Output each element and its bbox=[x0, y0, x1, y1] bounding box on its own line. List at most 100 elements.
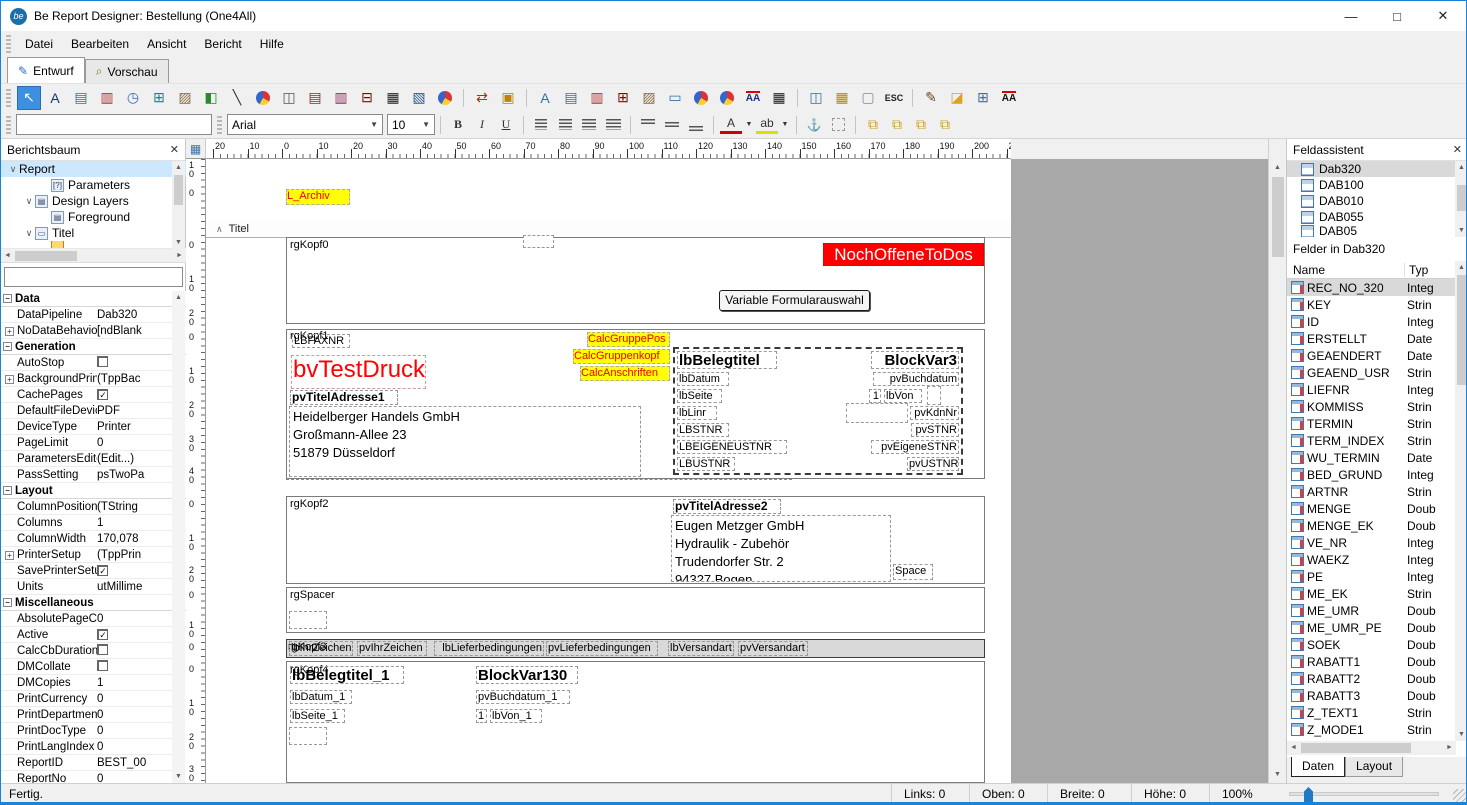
db-calc-tool[interactable]: ⊟ bbox=[355, 86, 379, 110]
system-variable-tool[interactable]: ◷ bbox=[121, 86, 145, 110]
zoom-slider-thumb[interactable] bbox=[1304, 787, 1313, 802]
move-backward-button[interactable]: ⧉ bbox=[934, 114, 956, 136]
paintbrush-tool[interactable]: ✎ bbox=[919, 86, 943, 110]
image-tool[interactable]: ▨ bbox=[173, 86, 197, 110]
checkbox-unchecked[interactable] bbox=[97, 644, 108, 655]
bring-to-front-button[interactable]: ⧉ bbox=[862, 114, 884, 136]
property-row-dmcopies[interactable]: DMCopies1 bbox=[1, 675, 186, 691]
archive-tool[interactable]: ▣ bbox=[496, 86, 520, 110]
expand-icon[interactable]: + bbox=[5, 551, 14, 560]
sub-memo-tool[interactable]: ▤ bbox=[559, 86, 583, 110]
field-row-pe[interactable]: PEInteg bbox=[1287, 568, 1456, 585]
align-left-button[interactable] bbox=[530, 114, 552, 136]
property-row-printdepartment[interactable]: PrintDepartment0 bbox=[1, 707, 186, 723]
canvas-vscrollbar[interactable]: ▲ ▼ bbox=[1268, 139, 1286, 783]
menu-item-hilfe[interactable]: Hilfe bbox=[251, 31, 293, 57]
placeholder-box[interactable] bbox=[289, 727, 327, 745]
field-row-term_index[interactable]: TERM_INDEXStrin bbox=[1287, 432, 1456, 449]
send-to-back-button[interactable]: ⧉ bbox=[886, 114, 908, 136]
column-name-header[interactable]: Name bbox=[1287, 263, 1405, 277]
property-row-calccbdurations[interactable]: CalcCbDurations bbox=[1, 643, 186, 659]
font-name-combo[interactable]: Arial ▼ bbox=[227, 114, 383, 135]
map-tool[interactable]: ◪ bbox=[945, 86, 969, 110]
property-row-units[interactable]: UnitsutMillime bbox=[1, 579, 186, 595]
field-row-geaendert[interactable]: GEAENDERTDate bbox=[1287, 347, 1456, 364]
menu-item-ansicht[interactable]: Ansicht bbox=[138, 31, 195, 57]
field-row-geaend_usr[interactable]: GEAEND_USRStrin bbox=[1287, 364, 1456, 381]
lbvon-value[interactable]: 1 bbox=[869, 389, 881, 403]
expand-icon[interactable]: + bbox=[5, 327, 14, 336]
select-tool[interactable]: ↖ bbox=[17, 86, 41, 110]
sidebar-item-foreground[interactable]: ▤Foreground bbox=[1, 209, 186, 225]
chevron-down-icon[interactable]: ▼ bbox=[416, 120, 430, 129]
tab-layout[interactable]: Layout bbox=[1345, 757, 1403, 777]
address1-memo[interactable]: Heidelberger Handels GmbH Großmann-Allee… bbox=[289, 406, 641, 477]
property-row-reportid[interactable]: ReportIDBEST_00 bbox=[1, 755, 186, 771]
lbdatum-label[interactable]: lbDatum bbox=[677, 372, 729, 386]
blockvar3-label[interactable]: BlockVar3 bbox=[871, 351, 959, 369]
placeholder-box[interactable] bbox=[523, 235, 554, 248]
menu-item-datei[interactable]: Datei bbox=[16, 31, 62, 57]
report-tree-vscrollbar[interactable]: ▲ ▼ bbox=[172, 161, 185, 249]
field-row-wu_termin[interactable]: WU_TERMINDate bbox=[1287, 449, 1456, 466]
pvihrzeichen-label[interactable]: pvIhrZeichen bbox=[357, 641, 427, 656]
align-justify-button[interactable] bbox=[602, 114, 624, 136]
region-label-rgkopf0[interactable]: rgKopf0 bbox=[290, 239, 350, 252]
table-item-dab055[interactable]: DAB055 bbox=[1287, 209, 1456, 225]
property-row-devicetype[interactable]: DeviceTypePrinter bbox=[1, 419, 186, 435]
scroll-right-icon[interactable]: ► bbox=[1443, 741, 1456, 754]
sub-chart-tool[interactable] bbox=[689, 86, 713, 110]
property-row-cachepages[interactable]: CachePages✓ bbox=[1, 387, 186, 403]
lbdatum-1-label[interactable]: lbDatum_1 bbox=[290, 690, 352, 704]
chevron-down-icon[interactable]: ∨ bbox=[7, 164, 19, 175]
calcgruppenkopf-label[interactable]: CalcGruppenkopf bbox=[573, 349, 670, 364]
db-chart-tool[interactable] bbox=[433, 86, 457, 110]
pvbuchdatum-label[interactable]: pvBuchdatum bbox=[873, 372, 959, 386]
expand-icon[interactable]: + bbox=[5, 375, 14, 384]
lbbelegtitel-label[interactable]: lbBelegtitel bbox=[677, 351, 777, 369]
scroll-up-icon[interactable]: ▲ bbox=[172, 291, 185, 304]
scroll-up-icon[interactable]: ▲ bbox=[1455, 161, 1467, 174]
scroll-up-icon[interactable]: ▲ bbox=[172, 161, 185, 174]
grid-tool[interactable]: ⊞ bbox=[971, 86, 995, 110]
region-label-rgspacer[interactable]: rgSpacer bbox=[290, 589, 350, 602]
field-row-id[interactable]: IDInteg bbox=[1287, 313, 1456, 330]
tab-daten[interactable]: Daten bbox=[1291, 757, 1345, 777]
scroll-up-icon[interactable]: ▲ bbox=[1271, 161, 1284, 174]
field-list-vscrollbar[interactable]: ▲ ▼ bbox=[1455, 261, 1467, 741]
sub-chart2-tool[interactable] bbox=[715, 86, 739, 110]
chevron-down-icon[interactable]: ▼ bbox=[364, 120, 378, 129]
field-list-hscrollbar[interactable]: ◄ ► bbox=[1287, 741, 1456, 755]
archiv-label[interactable]: L_Archiv bbox=[286, 189, 350, 205]
font-color-button[interactable]: A bbox=[720, 116, 742, 134]
property-row-printlangindex[interactable]: PrintLangIndex0 bbox=[1, 739, 186, 755]
scroll-up-icon[interactable]: ▲ bbox=[1455, 261, 1467, 274]
property-row-columnpositions[interactable]: ColumnPositions(TString bbox=[1, 499, 186, 515]
measure-text-tool[interactable]: AA bbox=[997, 86, 1021, 110]
bold-button[interactable]: B bbox=[447, 114, 469, 136]
property-row-defaultfiledevicet[interactable]: DefaultFileDeviceTPDF bbox=[1, 403, 186, 419]
property-group-layout[interactable]: −Layout bbox=[1, 483, 186, 499]
pvstnr-label[interactable]: pvSTNR bbox=[911, 423, 959, 437]
menu-item-bericht[interactable]: Bericht bbox=[195, 31, 250, 57]
line-tool[interactable]: ╲ bbox=[225, 86, 249, 110]
close-icon[interactable]: ✕ bbox=[1453, 143, 1462, 156]
sub-image-tool[interactable]: ▨ bbox=[637, 86, 661, 110]
pvversandart-label[interactable]: pvVersandart bbox=[738, 641, 808, 656]
scroll-down-icon[interactable]: ▼ bbox=[172, 236, 185, 249]
table-list-vscrollbar[interactable]: ▲ ▼ bbox=[1455, 161, 1467, 237]
calcgruppepos-label[interactable]: CalcGruppePos bbox=[587, 332, 670, 347]
property-row-autostop[interactable]: AutoStop bbox=[1, 355, 186, 371]
table-item-dab05[interactable]: DAB05 bbox=[1287, 225, 1456, 237]
move-forward-button[interactable]: ⧉ bbox=[910, 114, 932, 136]
field-row-me_umr[interactable]: ME_UMRDoub bbox=[1287, 602, 1456, 619]
sidebar-item-partial[interactable] bbox=[1, 241, 186, 249]
lbseite-label[interactable]: lbSeite bbox=[677, 389, 722, 403]
chevron-down-icon[interactable]: ∨ bbox=[23, 196, 35, 207]
field-row-rec_no_320[interactable]: REC_NO_320Integ bbox=[1287, 279, 1456, 296]
valign-bottom-button[interactable] bbox=[685, 114, 707, 136]
scroll-left-icon[interactable]: ◄ bbox=[1287, 741, 1300, 754]
lblieferbedingungen-label[interactable]: lbLieferbedingungen bbox=[434, 641, 544, 656]
swap-pages-tool[interactable]: ⇄ bbox=[470, 86, 494, 110]
property-row-reportno[interactable]: ReportNo0 bbox=[1, 771, 186, 783]
